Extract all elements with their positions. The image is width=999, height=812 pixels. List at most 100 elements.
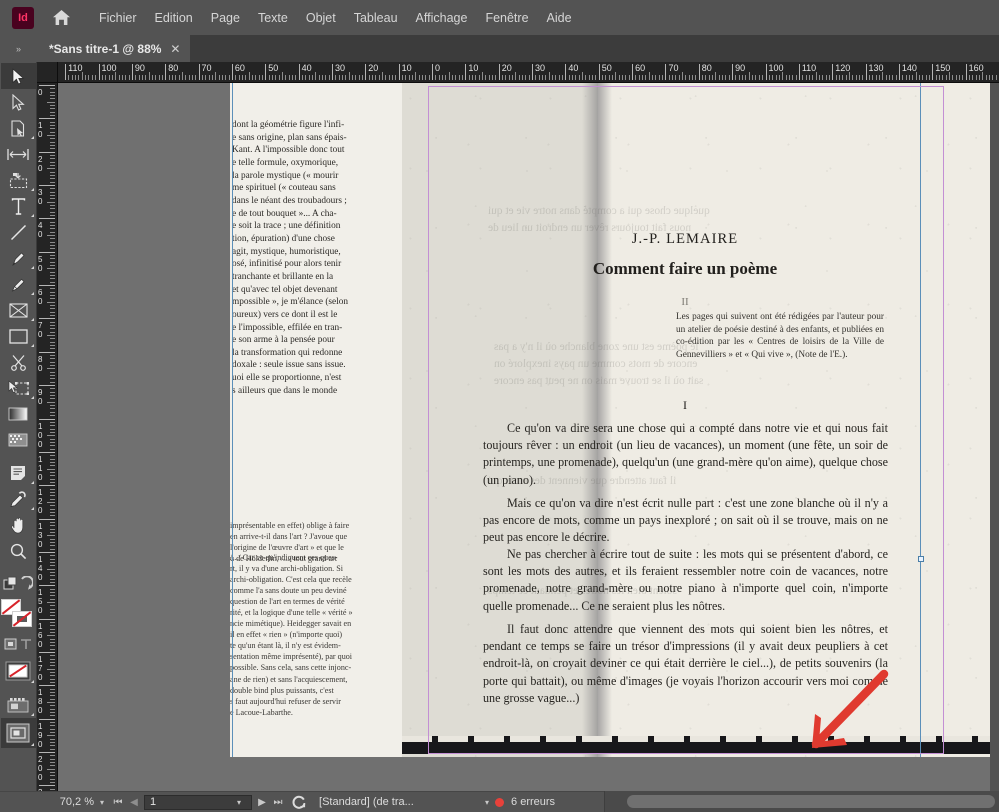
ruler-label: 70 — [201, 63, 212, 73]
gap-tool[interactable] — [1, 141, 36, 167]
page-number-input[interactable] — [145, 796, 232, 808]
verso-line: en arrive-t-il dans l'art ? J'avoue que — [230, 532, 348, 541]
hand-tool[interactable] — [1, 512, 36, 538]
ruler-minor-tick — [772, 75, 774, 80]
ruler-tick — [932, 64, 934, 80]
zoom-level-value[interactable]: 70,2 % — [46, 796, 94, 808]
preview-mode-icon[interactable] — [0, 718, 36, 748]
vertical-ruler[interactable]: 0102030405060708090100110120130140150160… — [37, 83, 58, 791]
menu-texte[interactable]: Texte — [249, 7, 297, 29]
ruler-minor-tick — [91, 75, 93, 80]
type-tool[interactable] — [1, 193, 36, 219]
ruler-minor-tick — [50, 725, 55, 727]
selection-tool[interactable] — [0, 63, 36, 89]
ruler-minor-tick — [50, 458, 55, 460]
ruler-minor-tick — [612, 75, 614, 80]
menu-edition[interactable]: Edition — [146, 7, 202, 29]
ruler-minor-tick — [47, 168, 55, 170]
chevron-down-icon[interactable]: ▾ — [100, 798, 104, 807]
ruler-label: 30 — [334, 63, 345, 73]
ruler-minor-tick — [47, 335, 55, 337]
prev-page-icon[interactable]: ◀ — [126, 797, 142, 808]
home-icon[interactable] — [46, 5, 76, 31]
verso-line: me spirituel (« couteau sans — [232, 183, 336, 194]
page-number-field[interactable]: ▾ — [144, 794, 253, 810]
pencil-tool[interactable] — [1, 271, 36, 297]
apply-none-icon[interactable] — [1, 657, 36, 685]
content-collector-tool[interactable] — [1, 167, 36, 193]
preflight-profile-label[interactable]: [Standard] (de tra... — [319, 796, 479, 808]
ruler-minor-tick — [675, 75, 677, 80]
line-tool[interactable] — [1, 219, 36, 245]
formatting-affects-row[interactable] — [1, 571, 36, 597]
horizontal-scrollbar[interactable] — [604, 791, 999, 812]
menu-tableau[interactable]: Tableau — [345, 7, 407, 29]
ruler-minor-tick — [50, 231, 55, 233]
ruler-minor-tick — [50, 638, 55, 640]
ruler-tick — [198, 64, 200, 80]
ruler-tick — [365, 64, 367, 80]
ruler-minor-tick — [355, 75, 357, 80]
verso-line: possible. Sans cela, sans cette injonc- — [230, 663, 352, 673]
close-icon[interactable]: ✕ — [170, 42, 180, 56]
frame-tool[interactable] — [1, 297, 36, 323]
selection-anchor-point[interactable] — [918, 556, 924, 562]
section-mark: II — [681, 296, 689, 308]
menu-aide[interactable]: Aide — [538, 7, 581, 29]
ruler-minor-tick — [50, 175, 55, 177]
chevron-down-icon[interactable]: ▾ — [237, 798, 241, 807]
scissors-tool[interactable] — [1, 349, 36, 375]
ruler-minor-tick — [50, 405, 55, 407]
chevron-down-icon[interactable]: ▾ — [485, 798, 489, 807]
gradient-swatch-tool[interactable] — [1, 401, 36, 427]
ruler-minor-tick — [50, 461, 55, 463]
ruler-label: 50 — [601, 63, 612, 73]
ruler-minor-tick — [50, 278, 55, 280]
ruler-label: 0 — [38, 88, 43, 97]
ruler-origin-corner[interactable] — [37, 62, 58, 83]
ruler-minor-tick — [50, 221, 55, 223]
verso-line: Kant. A l'impossible donc tout — [232, 145, 345, 156]
zoom-tool[interactable] — [1, 538, 36, 564]
ruler-minor-tick — [692, 75, 694, 80]
page-tool[interactable] — [1, 115, 36, 141]
fill-stroke-swatches[interactable] — [1, 599, 35, 631]
menu-fichier[interactable]: Fichier — [90, 7, 146, 29]
pen-tool[interactable] — [1, 245, 36, 271]
canvas-vertical-scrollbar[interactable] — [990, 83, 999, 791]
menu-objet[interactable]: Objet — [297, 7, 345, 29]
ruler-minor-tick — [50, 141, 55, 143]
chevron-double-right-icon[interactable]: » — [0, 35, 37, 62]
ruler-minor-tick — [618, 75, 620, 80]
menu-affichage[interactable]: Affichage — [407, 7, 477, 29]
ruler-minor-tick — [50, 308, 55, 310]
note-tool[interactable] — [1, 460, 36, 486]
normal-view-mode-icon[interactable] — [1, 692, 36, 718]
ruler-minor-tick — [50, 128, 55, 130]
direct-selection-tool[interactable] — [1, 89, 36, 115]
ruler-tick — [565, 64, 567, 80]
verso-line: tranchante et brillante en la — [232, 271, 334, 282]
ruler-minor-tick — [50, 198, 55, 200]
horizontal-scrollbar-thumb[interactable] — [627, 795, 995, 808]
eyedropper-tool[interactable] — [1, 486, 36, 512]
rectangle-tool[interactable] — [1, 323, 36, 349]
gradient-feather-tool[interactable] — [1, 427, 36, 453]
preflight-spinner-icon[interactable] — [286, 795, 312, 809]
menu-page[interactable]: Page — [202, 7, 249, 29]
document-tab[interactable]: *Sans titre-1 @ 88% ✕ — [37, 35, 191, 62]
ruler-minor-tick — [47, 701, 55, 703]
apply-to-container-or-text[interactable] — [1, 631, 36, 657]
ruler-minor-tick — [401, 75, 403, 80]
horizontal-ruler[interactable]: 110 100 90 80 70 60 50 40 30 20 10 0 10 20 30 40 50 60 70 8… — [58, 62, 999, 83]
menu-fenetre[interactable]: Fenêtre — [476, 7, 537, 29]
editor-note: Les pages qui suivent ont été rédigées p… — [676, 312, 884, 360]
first-page-icon[interactable]: ⏮ — [110, 797, 126, 808]
ruler-minor-tick — [50, 455, 55, 457]
ruler-label: 60 — [38, 288, 43, 307]
free-transform-tool[interactable] — [1, 375, 36, 401]
document-canvas[interactable]: quelque chose qui a compté dans notre vi… — [58, 83, 999, 791]
last-page-icon[interactable]: ⏭ — [270, 797, 286, 808]
ruler-label: 70 — [38, 321, 43, 340]
next-page-icon[interactable]: ▶ — [254, 797, 270, 808]
